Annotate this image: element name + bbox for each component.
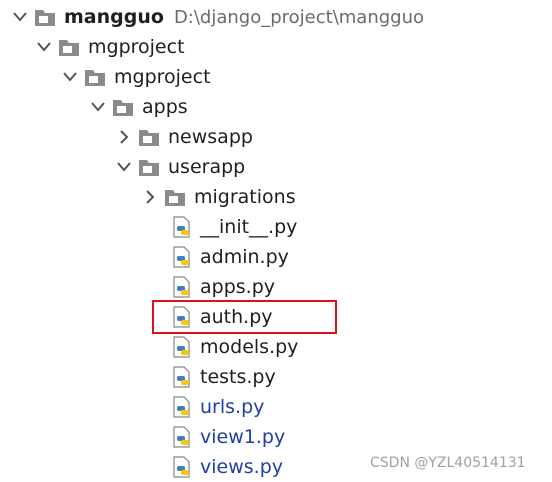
tree-file-apps[interactable]: apps.py xyxy=(172,272,275,302)
folder-icon xyxy=(35,10,55,26)
python-file-icon xyxy=(173,336,190,358)
tree-node-label: apps xyxy=(142,96,188,118)
project-tree: mangguo D:\django_project\mangguo mgproj… xyxy=(0,0,552,480)
tree-node-label: mgproject xyxy=(88,36,185,58)
tree-node-label: userapp xyxy=(168,156,246,178)
tree-file-label: apps.py xyxy=(200,276,276,298)
tree-file-urls[interactable]: urls.py xyxy=(172,392,264,422)
python-file-icon xyxy=(173,426,190,448)
folder-icon xyxy=(113,100,133,116)
folder-icon xyxy=(139,130,159,146)
folder-icon xyxy=(59,40,79,56)
tree-file-label: tests.py xyxy=(200,366,276,388)
chevron-down-icon[interactable] xyxy=(34,32,54,62)
highlight-box xyxy=(152,300,337,334)
tree-file-views[interactable]: views.py xyxy=(172,452,283,482)
tree-file-init[interactable]: __init__.py xyxy=(172,212,297,242)
tree-file-label: admin.py xyxy=(200,246,289,268)
tree-file-label: __init__.py xyxy=(200,216,298,238)
chevron-right-icon[interactable] xyxy=(114,122,134,152)
tree-file-label: models.py xyxy=(200,336,299,358)
chevron-down-icon[interactable] xyxy=(60,62,80,92)
chevron-down-icon[interactable] xyxy=(88,92,108,122)
chevron-right-icon[interactable] xyxy=(140,182,160,212)
folder-icon xyxy=(85,70,105,86)
folder-icon xyxy=(165,190,185,206)
tree-file-label: urls.py xyxy=(200,396,265,418)
tree-node-userapp[interactable]: userapp xyxy=(114,152,245,182)
project-path: D:\django_project\mangguo xyxy=(173,6,425,28)
tree-node-label: mgproject xyxy=(114,66,211,88)
chevron-down-icon[interactable] xyxy=(114,152,134,182)
tree-node-mgproject-inner[interactable]: mgproject xyxy=(60,62,211,92)
tree-file-models[interactable]: models.py xyxy=(172,332,298,362)
tree-file-label: views.py xyxy=(200,456,283,478)
tree-file-tests[interactable]: tests.py xyxy=(172,362,276,392)
python-file-icon xyxy=(173,456,190,478)
python-file-icon xyxy=(173,216,190,238)
tree-node-label: mangguo xyxy=(64,6,164,28)
tree-node-newsapp[interactable]: newsapp xyxy=(114,122,253,152)
tree-file-view1[interactable]: view1.py xyxy=(172,422,285,452)
tree-node-mangguo[interactable]: mangguo D:\django_project\mangguo xyxy=(10,2,424,32)
chevron-down-icon[interactable] xyxy=(10,2,30,32)
python-file-icon xyxy=(173,366,190,388)
python-file-icon xyxy=(173,246,190,268)
tree-node-label: newsapp xyxy=(168,126,253,148)
tree-file-label: view1.py xyxy=(200,426,286,448)
tree-node-label: migrations xyxy=(194,186,296,208)
tree-node-mgproject[interactable]: mgproject xyxy=(34,32,185,62)
watermark: CSDN @YZL40514131 xyxy=(370,455,526,471)
tree-file-admin[interactable]: admin.py xyxy=(172,242,289,272)
folder-icon xyxy=(139,160,159,176)
tree-node-apps[interactable]: apps xyxy=(88,92,188,122)
python-file-icon xyxy=(173,396,190,418)
python-file-icon xyxy=(173,276,190,298)
tree-node-migrations[interactable]: migrations xyxy=(140,182,296,212)
